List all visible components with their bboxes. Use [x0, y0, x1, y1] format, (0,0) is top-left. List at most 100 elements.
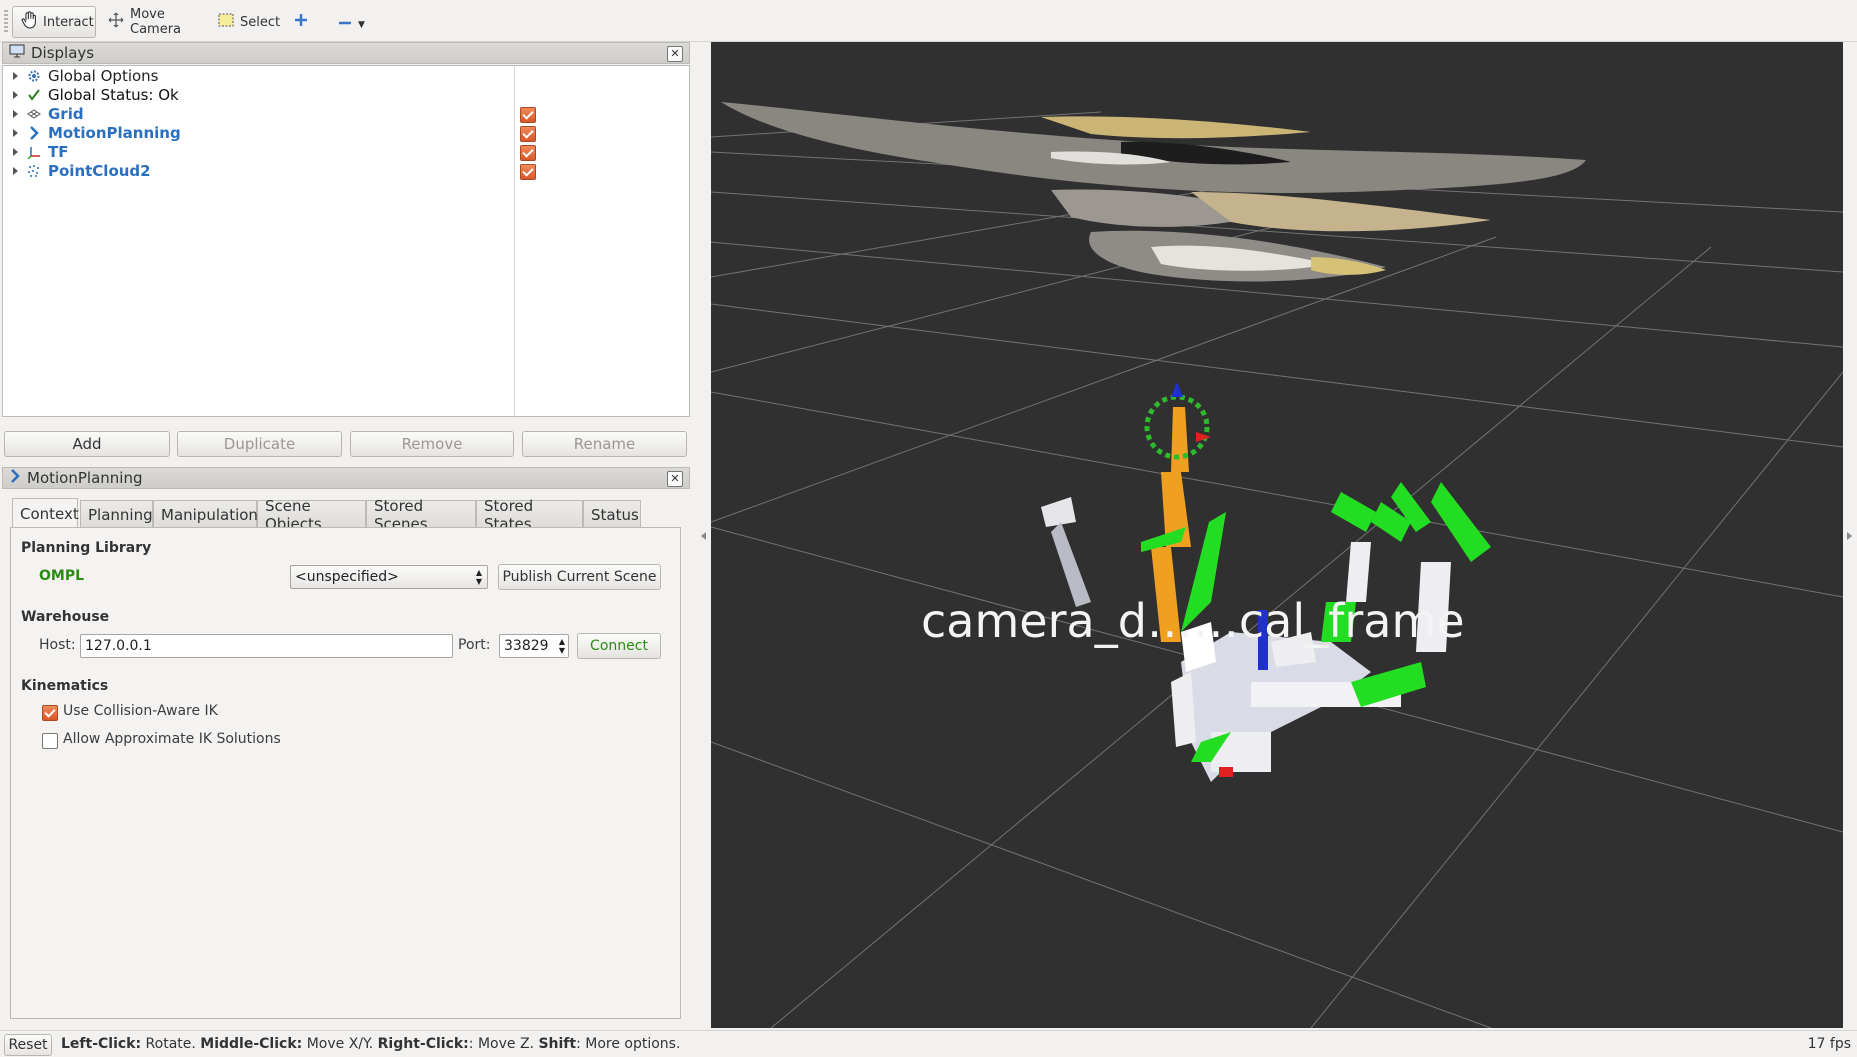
add-display-button[interactable]: Add [4, 431, 170, 457]
interact-label: Interact [43, 14, 94, 30]
minus-icon [338, 15, 352, 30]
tree-item-grid[interactable]: Grid [3, 104, 84, 123]
move-camera-label: Move Camera [130, 7, 182, 37]
tree-item-label: Global Options [48, 66, 159, 85]
tree-item-label: MotionPlanning [48, 123, 181, 142]
spin-arrows-icon[interactable]: ▲ ▼ [559, 637, 565, 655]
left-splitter-handle-icon[interactable] [701, 532, 706, 540]
motionplanning-enabled-checkbox[interactable] [520, 126, 536, 142]
select-button[interactable]: Select [210, 6, 281, 38]
monitor-icon [9, 44, 25, 62]
combo-arrows-icon: ▲ ▼ [475, 568, 482, 586]
tree-column-divider [514, 66, 515, 418]
hint-key: Middle-Click: [200, 1036, 303, 1052]
collision-aware-ik-checkbox[interactable] [42, 705, 58, 721]
tree-item-label: PointCloud2 [48, 161, 151, 180]
host-input[interactable]: 127.0.0.1 [80, 634, 453, 658]
scene-render [711, 102, 1843, 1028]
gear-icon [26, 68, 42, 84]
tree-item-global-options[interactable]: Global Options [3, 66, 159, 85]
remove-tool-button[interactable]: ▼ [330, 6, 370, 38]
hint-text: : Move Z. [468, 1036, 539, 1052]
tree-item-label: Global Status: Ok [48, 85, 179, 104]
hint-text: Move X/Y. [302, 1036, 378, 1052]
move-camera-button[interactable]: Move Camera [100, 6, 204, 38]
port-spinbox[interactable]: 33829 ▲ ▼ [499, 634, 569, 658]
motion-planning-icon [26, 125, 42, 141]
pointcloud2-enabled-checkbox[interactable] [520, 164, 536, 180]
reset-view-button[interactable]: Reset [4, 1034, 52, 1056]
port-value: 33829 [504, 638, 549, 654]
host-label: Host: [39, 637, 76, 653]
status-bar: Reset Left-Click: Rotate. Middle-Click: … [0, 1030, 1857, 1057]
expand-arrow-icon[interactable] [13, 109, 18, 118]
planner-select[interactable]: <unspecified> ▲ ▼ [290, 565, 488, 589]
fps-counter: 17 fps [1807, 1036, 1851, 1052]
tf-axes-icon [26, 144, 42, 160]
interact-button[interactable]: Interact [12, 6, 96, 38]
tab-manipulation[interactable]: Manipulation [153, 500, 258, 528]
motion-planning-icon [9, 469, 21, 487]
approximate-ik-checkbox[interactable] [42, 733, 58, 749]
hint-key: Right-Click: [377, 1036, 469, 1052]
dropdown-arrow-icon: ▼ [358, 20, 365, 30]
mouse-hints-text: Left-Click: Rotate. Middle-Click: Move X… [61, 1036, 680, 1052]
close-icon[interactable]: ✕ [667, 46, 683, 62]
hint-text: Rotate. [141, 1036, 201, 1052]
port-label: Port: [458, 637, 491, 653]
warehouse-heading: Warehouse [21, 609, 110, 625]
tab-status[interactable]: Status [583, 500, 641, 528]
displays-panel-title: Displays ✕ [2, 42, 690, 64]
right-splitter-handle-icon[interactable] [1847, 532, 1852, 540]
collision-aware-ik-label: Use Collision-Aware IK [63, 703, 218, 719]
tf-enabled-checkbox[interactable] [520, 145, 536, 161]
select-label: Select [240, 14, 281, 30]
duplicate-display-button[interactable]: Duplicate [177, 431, 342, 457]
publish-current-scene-button[interactable]: Publish Current Scene [498, 564, 661, 590]
tree-item-tf[interactable]: TF [3, 142, 68, 161]
connect-button[interactable]: Connect [577, 633, 661, 659]
tab-stored-scenes[interactable]: Stored Scenes [366, 497, 476, 533]
tree-item-motionplanning[interactable]: MotionPlanning [3, 123, 181, 142]
displays-title: Displays [31, 44, 95, 62]
planner-select-value: <unspecified> [295, 569, 399, 585]
planning-library-heading: Planning Library [21, 540, 152, 556]
hint-text: : More options. [576, 1036, 681, 1052]
expand-arrow-icon[interactable] [13, 166, 18, 175]
rename-display-button[interactable]: Rename [522, 431, 687, 457]
expand-arrow-icon[interactable] [13, 147, 18, 156]
grid-enabled-checkbox[interactable] [520, 107, 536, 123]
motionplanning-title: MotionPlanning [27, 469, 143, 487]
tree-item-global-status[interactable]: Global Status: Ok [3, 85, 179, 104]
tree-item-label: TF [48, 142, 69, 161]
hint-key: Left-Click: [61, 1036, 142, 1052]
3d-viewport[interactable]: camera_d……cal_frame [711, 42, 1843, 1028]
tab-stored-states[interactable]: Stored States [476, 497, 583, 533]
tab-planning[interactable]: Planning [80, 500, 153, 528]
checkmark-icon [26, 87, 42, 103]
planning-library-name: OMPL [39, 568, 85, 584]
hand-cursor-icon [21, 11, 37, 33]
displays-tree: Global Options Global Status: Ok Grid Mo… [2, 65, 690, 418]
tree-item-pointcloud2[interactable]: PointCloud2 [3, 161, 151, 180]
hint-key: Shift [538, 1036, 577, 1052]
tree-item-label: Grid [48, 104, 84, 123]
expand-arrow-icon[interactable] [13, 71, 18, 80]
tab-scene-objects[interactable]: Scene Objects [257, 497, 366, 533]
point-cloud-icon [26, 163, 42, 179]
approximate-ik-label: Allow Approximate IK Solutions [63, 731, 281, 747]
plus-icon [294, 13, 308, 31]
close-icon[interactable]: ✕ [667, 471, 683, 487]
add-tool-button[interactable] [286, 6, 316, 38]
toolbar-grip[interactable] [4, 10, 8, 32]
expand-arrow-icon[interactable] [13, 90, 18, 99]
context-tab-pane: Planning Library OMPL <unspecified> ▲ ▼ P… [10, 527, 681, 1019]
move-camera-icon [108, 12, 124, 32]
expand-arrow-icon[interactable] [13, 128, 18, 137]
tf-frame-label: camera_d……cal_frame [921, 594, 1465, 648]
grid-icon [26, 106, 42, 122]
main-toolbar: Interact Move Camera Select ▼ [0, 0, 1857, 42]
remove-display-button[interactable]: Remove [350, 431, 514, 457]
tab-context[interactable]: Context [12, 498, 79, 528]
robot-render [1041, 382, 1491, 782]
